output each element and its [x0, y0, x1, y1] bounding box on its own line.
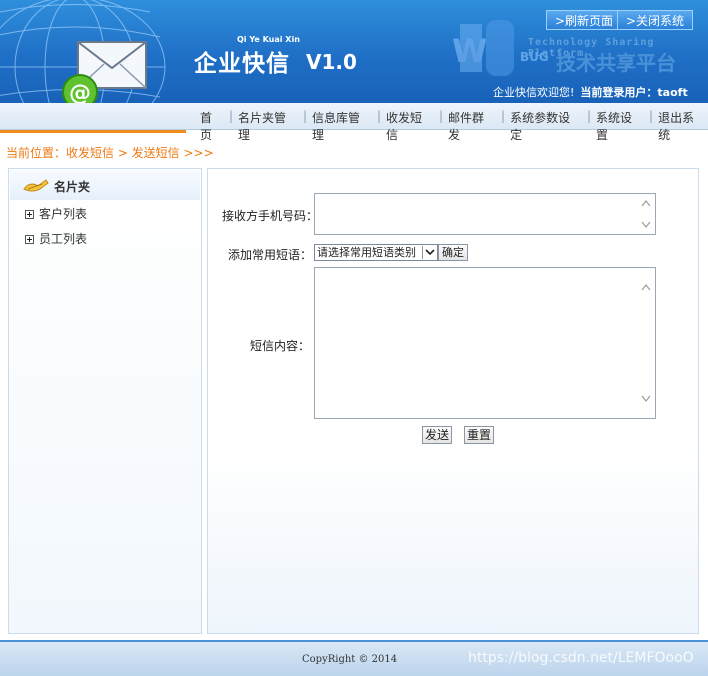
welcome-text: 企业快信欢迎您!: [493, 86, 575, 99]
watermark-cn: 技术共享平台: [556, 51, 676, 75]
nav-mass-mail[interactable]: 邮件群发: [446, 109, 498, 143]
phrase-category-select[interactable]: 请选择常用短语类别: [314, 244, 438, 261]
send-button[interactable]: 发送: [422, 426, 453, 444]
brand-title: 企业快信: [194, 51, 290, 77]
phone-number-input[interactable]: [314, 193, 656, 235]
expand-plus-icon[interactable]: [25, 210, 34, 219]
nav-info-library[interactable]: 信息库管理: [310, 109, 374, 143]
nav-home[interactable]: 首页: [198, 109, 226, 143]
nav-system-params[interactable]: 系统参数设定: [508, 109, 584, 143]
sidebar-item-label: 员工列表: [39, 232, 88, 246]
close-system-button[interactable]: >关闭系统: [617, 10, 694, 30]
svg-text:@: @: [69, 81, 91, 103]
welcome-bar: 企业快信欢迎您! 当前登录用户：taoft: [493, 84, 688, 100]
footer: CopyRight © 2014 https://blog.csdn.net/L…: [0, 640, 708, 676]
pencil-note-icon: [23, 179, 49, 192]
nav-logout[interactable]: 退出系统: [656, 109, 708, 143]
refresh-page-button[interactable]: >刷新页面: [546, 10, 623, 30]
nav-divider: |: [649, 109, 654, 123]
nav-cards[interactable]: 名片夹管理: [236, 109, 300, 143]
send-sms-panel: 接收方手机号码： 添加常用短语： 请选择常用短语类别 确定 短信内容： 发送 重…: [207, 168, 699, 634]
current-user: 当前登录用户：taoft: [580, 86, 688, 99]
nav-divider: |: [501, 109, 506, 123]
sidebar-title: 名片夹: [54, 180, 91, 194]
chevron-down-icon[interactable]: [422, 246, 436, 259]
nav-divider: |: [302, 109, 308, 123]
brand-version: V1.0: [306, 50, 357, 74]
watermark-bug: BUG: [520, 50, 549, 64]
main-nav: 首页 | 名片夹管理 | 信息库管理 | 收发短信 | 邮件群发 | 系统参数设定 | 系统…: [0, 103, 708, 142]
reset-button[interactable]: 重置: [464, 426, 495, 444]
phone-label: 接收方手机号码：: [222, 209, 319, 223]
blog-watermark: https://blog.csdn.net/LEMFOooO: [468, 650, 694, 666]
sidebar-item-label: 客户列表: [39, 207, 88, 221]
wb-watermark-logo-icon: W: [452, 20, 514, 76]
nav-divider: |: [587, 109, 592, 123]
expand-plus-icon[interactable]: [25, 235, 34, 244]
phrase-label: 添加常用短语：: [228, 248, 313, 262]
globe-mail-logo-icon: @: [0, 0, 166, 103]
breadcrumb: 当前位置：收发短信 > 发送短信 >>>: [6, 146, 214, 160]
nav-divider: |: [376, 109, 382, 123]
nav-divider: |: [439, 109, 444, 123]
sidebar: 名片夹 客户列表 员工列表: [8, 168, 202, 634]
sidebar-item-employees[interactable]: 员工列表: [25, 230, 87, 247]
nav-system-settings[interactable]: 系统设置: [594, 109, 646, 143]
phrase-select-value: 请选择常用短语类别: [317, 246, 416, 259]
sms-content-textarea[interactable]: [314, 267, 656, 419]
sidebar-item-customers[interactable]: 客户列表: [25, 205, 87, 222]
nav-accent-bar: [0, 130, 186, 133]
nav-sms[interactable]: 收发短信: [384, 109, 436, 143]
confirm-button[interactable]: 确定: [438, 244, 468, 261]
svg-text:W: W: [452, 32, 487, 70]
app-header: @ Qi Ye Kuai Xin 企业快信 V1.0 W Technology …: [0, 0, 708, 103]
textarea-scrollbar-icon[interactable]: [639, 270, 653, 416]
content-label: 短信内容：: [250, 339, 311, 353]
sidebar-header: 名片夹: [10, 170, 200, 200]
scroll-arrows-icon[interactable]: [639, 196, 653, 232]
copyright: CopyRight © 2014: [302, 654, 398, 665]
brand-pinyin: Qi Ye Kuai Xin: [237, 35, 300, 44]
nav-divider: |: [228, 109, 234, 123]
